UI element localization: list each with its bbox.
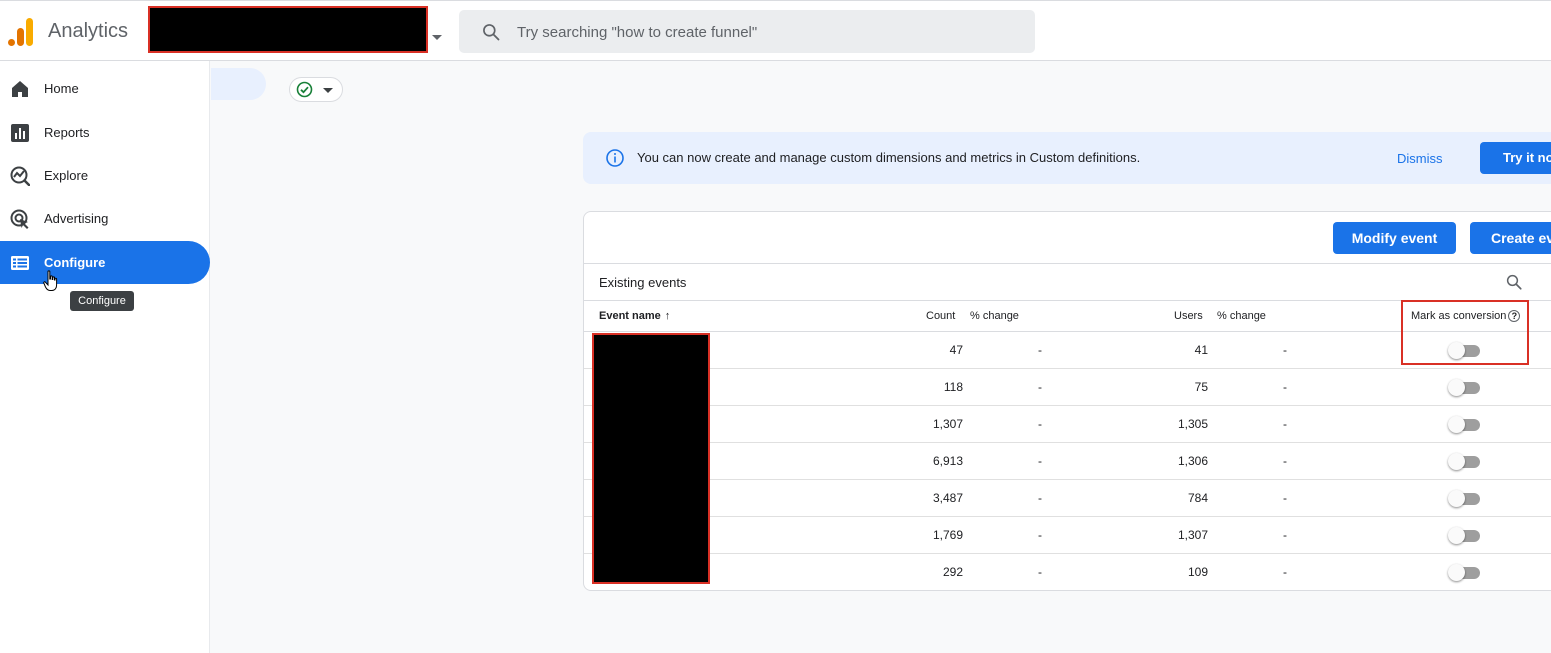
- sidebar-item-label: Explore: [44, 168, 89, 183]
- modify-event-button[interactable]: Modify event: [1333, 222, 1456, 254]
- users-change-cell: -: [1283, 380, 1287, 394]
- conversion-toggle[interactable]: [1448, 490, 1480, 507]
- conversion-toggle[interactable]: [1448, 564, 1480, 581]
- sidebar-item-home[interactable]: Home: [0, 67, 210, 110]
- count-change-cell: -: [1038, 565, 1042, 579]
- advertising-icon: [10, 209, 29, 229]
- count-cell: 118: [943, 380, 963, 394]
- sidebar-item-label: Reports: [44, 125, 90, 140]
- table-row: 292 - 109 -: [584, 554, 1551, 590]
- column-users[interactable]: Users: [1174, 310, 1203, 322]
- sidebar-nav: Home Reports Explore Advertising Configu…: [0, 61, 210, 653]
- count-change-cell: -: [1038, 528, 1042, 542]
- toggle-thumb: [1448, 379, 1465, 396]
- conversion-toggle[interactable]: [1448, 453, 1480, 470]
- search-icon[interactable]: [1505, 273, 1523, 291]
- try-it-now-button[interactable]: Try it now: [1480, 142, 1551, 174]
- conversion-toggle[interactable]: [1448, 527, 1480, 544]
- users-cell: 784: [1187, 491, 1208, 505]
- count-change-cell: -: [1038, 380, 1042, 394]
- sidebar-item-label: Advertising: [44, 211, 109, 226]
- count-change-cell: -: [1038, 417, 1042, 431]
- sidebar-item-label: Configure: [44, 255, 106, 270]
- sidebar-item-explore[interactable]: Explore: [0, 154, 210, 197]
- selected-subnav-highlight[interactable]: [211, 68, 266, 100]
- users-change-cell: -: [1283, 417, 1287, 431]
- configure-tooltip: Configure: [70, 291, 134, 311]
- users-cell: 41: [1194, 343, 1208, 357]
- check-circle-icon: [296, 81, 313, 98]
- column-event-name-label: Event name: [599, 310, 661, 322]
- sidebar-item-label: Home: [44, 81, 79, 96]
- users-change-cell: -: [1283, 528, 1287, 542]
- existing-events-header: Existing events: [584, 263, 1551, 300]
- event-names-redacted: [592, 333, 710, 584]
- existing-events-title: Existing events: [599, 275, 687, 290]
- banner-text: You can now create and manage custom dim…: [637, 150, 1141, 165]
- app-title: Analytics: [48, 20, 129, 42]
- info-banner: You can now create and manage custom dim…: [583, 132, 1551, 184]
- hand-cursor-icon: [43, 270, 58, 291]
- home-icon: [12, 81, 28, 97]
- count-cell: 3,487: [932, 491, 963, 505]
- column-count-change: % change: [970, 310, 1019, 322]
- create-event-button[interactable]: Create event: [1470, 222, 1551, 254]
- analytics-logo[interactable]: [8, 18, 34, 46]
- search-input[interactable]: Try searching "how to create funnel": [517, 24, 757, 41]
- conversion-toggle[interactable]: [1448, 416, 1480, 433]
- column-count[interactable]: Count: [926, 310, 955, 322]
- status-chip[interactable]: [289, 77, 343, 102]
- top-border: [0, 0, 1551, 1]
- table-row: 118 - 75 -: [584, 369, 1551, 406]
- count-cell: 6,913: [932, 454, 963, 468]
- toggle-thumb: [1448, 490, 1465, 507]
- count-change-cell: -: [1038, 491, 1042, 505]
- toggle-thumb: [1448, 416, 1465, 433]
- users-cell: 1,307: [1177, 528, 1208, 542]
- dismiss-link[interactable]: Dismiss: [1397, 151, 1443, 166]
- conversion-toggle[interactable]: [1448, 379, 1480, 396]
- users-cell: 75: [1194, 380, 1208, 394]
- search-icon: [483, 24, 500, 41]
- users-change-cell: -: [1283, 565, 1287, 579]
- count-cell: 1,769: [932, 528, 963, 542]
- table-row: 1,307 - 1,305 -: [584, 406, 1551, 443]
- toggle-thumb: [1448, 527, 1465, 544]
- search-bar[interactable]: Try searching "how to create funnel": [459, 10, 1035, 53]
- count-change-cell: -: [1038, 343, 1042, 357]
- count-cell: 292: [942, 565, 963, 579]
- users-cell: 1,306: [1177, 454, 1208, 468]
- account-selector-redacted[interactable]: [148, 6, 428, 53]
- users-change-cell: -: [1283, 343, 1287, 357]
- bar-chart-icon: [11, 124, 29, 142]
- info-icon: [606, 149, 624, 167]
- users-change-cell: -: [1283, 491, 1287, 505]
- users-cell: 1,305: [1177, 417, 1208, 431]
- chevron-down-icon[interactable]: [432, 35, 442, 40]
- sort-arrow-up-icon: ↑: [664, 310, 671, 322]
- sidebar-item-reports[interactable]: Reports: [0, 111, 210, 154]
- top-app-bar: Analytics Try searching "how to create f…: [0, 0, 1551, 61]
- count-change-cell: -: [1038, 454, 1042, 468]
- toggle-thumb: [1448, 453, 1465, 470]
- sidebar-item-configure[interactable]: Configure: [0, 241, 210, 284]
- events-card: Modify event Create event Existing event…: [583, 211, 1551, 591]
- configure-icon: [11, 256, 29, 270]
- users-cell: 109: [1187, 565, 1208, 579]
- chevron-down-icon: [323, 88, 333, 93]
- toggle-thumb: [1448, 564, 1465, 581]
- count-cell: 1,307: [932, 417, 963, 431]
- explore-icon: [10, 166, 30, 186]
- sidebar-item-advertising[interactable]: Advertising: [0, 197, 210, 240]
- conversion-highlight-box: [1401, 300, 1529, 365]
- users-change-cell: -: [1283, 454, 1287, 468]
- count-cell: 47: [949, 343, 963, 357]
- table-row: 3,487 - 784 -: [584, 480, 1551, 517]
- column-event-name[interactable]: Event name ↑: [599, 310, 670, 322]
- column-users-change: % change: [1217, 310, 1266, 322]
- table-row: 6,913 - 1,306 -: [584, 443, 1551, 480]
- table-row: 1,769 - 1,307 -: [584, 517, 1551, 554]
